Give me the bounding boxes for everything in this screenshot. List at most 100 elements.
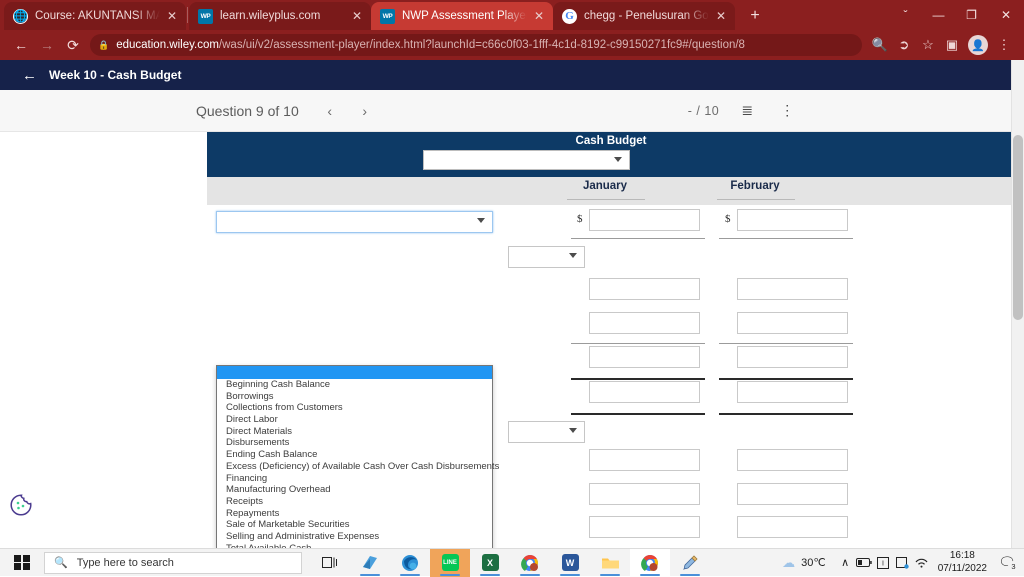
paint-icon[interactable] bbox=[670, 549, 710, 577]
amount-input-jan-1[interactable] bbox=[589, 209, 700, 231]
line-messenger-icon[interactable]: LINE bbox=[430, 548, 470, 577]
wileyplus-icon: WP bbox=[198, 8, 213, 24]
show-hidden-icons-chevron[interactable]: ∧ bbox=[836, 556, 855, 569]
microsoft-excel-icon[interactable]: X bbox=[470, 549, 510, 577]
side-panel-icon[interactable]: ▣ bbox=[940, 33, 964, 57]
google-chrome-icon[interactable] bbox=[630, 548, 670, 577]
reload-icon[interactable]: ⟳ bbox=[60, 32, 86, 58]
amount-input-feb-1[interactable] bbox=[737, 209, 848, 231]
dropdown-option[interactable]: Direct Materials bbox=[217, 426, 492, 438]
dropdown-option[interactable]: Direct Labor bbox=[217, 414, 492, 426]
chrome-menu-icon[interactable]: ⋮ bbox=[992, 33, 1016, 57]
minimize-button[interactable]: — bbox=[922, 0, 955, 30]
close-icon[interactable]: ✕ bbox=[349, 8, 365, 24]
amount-input-feb-4[interactable] bbox=[737, 346, 848, 368]
page-scrollbar[interactable] bbox=[1011, 60, 1024, 548]
amount-input-feb-3[interactable] bbox=[737, 312, 848, 334]
amount-input-feb-7[interactable] bbox=[737, 483, 848, 505]
browser-tab-3-active[interactable]: WP NWP Assessment Player UI Appli ✕ bbox=[371, 2, 553, 30]
dropdown-option[interactable]: Receipts bbox=[217, 496, 492, 508]
column-rule bbox=[567, 199, 645, 200]
dropdown-option[interactable]: Sale of Marketable Securities bbox=[217, 519, 492, 531]
back-icon[interactable]: ← bbox=[8, 32, 34, 58]
amount-input-jan-6[interactable] bbox=[589, 449, 700, 471]
forward-icon: → bbox=[40, 37, 54, 53]
dropdown-option[interactable]: Repayments bbox=[217, 508, 492, 520]
dropdown-option[interactable]: Collections from Customers bbox=[217, 402, 492, 414]
microsoft-word-icon[interactable]: W bbox=[550, 549, 590, 577]
browser-tab-1[interactable]: Course: AKUNTANSI MANAJERIA ✕ bbox=[4, 2, 186, 30]
microsoft-edge-icon[interactable] bbox=[390, 549, 430, 577]
worksheet-title-select[interactable] bbox=[423, 150, 630, 170]
dropdown-option[interactable]: Total Available Cash bbox=[217, 543, 492, 548]
dropdown-option[interactable]: Excess (Deficiency) of Available Cash Ov… bbox=[217, 461, 499, 473]
dropdown-option[interactable]: Ending Cash Balance bbox=[217, 449, 492, 461]
dropdown-option[interactable]: Beginning Cash Balance bbox=[217, 379, 492, 391]
next-question-icon[interactable]: › bbox=[352, 98, 378, 124]
notification-center-button[interactable]: 🗨 3 bbox=[996, 554, 1019, 572]
row-label-dropdown-list[interactable]: Beginning Cash Balance Borrowings Collec… bbox=[216, 365, 499, 548]
dropdown-option[interactable] bbox=[217, 366, 492, 379]
browser-tab-2[interactable]: WP learn.wileyplus.com ✕ bbox=[189, 2, 371, 30]
search-input[interactable]: 🔍 Type here to search bbox=[44, 551, 302, 574]
row-label-select-3[interactable] bbox=[508, 421, 585, 443]
bookmark-star-icon[interactable]: ☆ bbox=[916, 33, 940, 57]
zoom-out-icon[interactable]: 🔍 bbox=[868, 33, 892, 57]
globe-icon bbox=[13, 8, 28, 24]
maximize-button[interactable]: ❐ bbox=[955, 0, 988, 30]
row-label-select-2[interactable] bbox=[508, 246, 585, 268]
close-icon[interactable]: ✕ bbox=[164, 8, 180, 24]
assessment-header: ← Week 10 - Cash Budget bbox=[0, 60, 1024, 90]
weather-widget[interactable]: ☁ 30℃ bbox=[782, 555, 826, 571]
dropdown-option[interactable]: Selling and Administrative Expenses bbox=[217, 531, 492, 543]
clock-widget[interactable]: 16:18 07/11/2022 bbox=[938, 550, 987, 575]
amount-input-feb-2[interactable] bbox=[737, 278, 848, 300]
google-chrome-profile-icon[interactable] bbox=[510, 549, 550, 577]
close-icon[interactable]: ✕ bbox=[531, 8, 547, 24]
file-explorer-icon[interactable] bbox=[590, 549, 630, 577]
cloud-icon: ☁ bbox=[782, 554, 796, 570]
amount-input-jan-5[interactable] bbox=[589, 381, 700, 403]
task-view-icon[interactable] bbox=[310, 549, 350, 577]
address-bar[interactable]: 🔒 education.wiley.com/was/ui/v2/assessme… bbox=[90, 34, 862, 56]
amount-input-jan-2[interactable] bbox=[589, 278, 700, 300]
back-arrow-icon[interactable]: ← bbox=[22, 68, 37, 83]
dropdown-option[interactable]: Manufacturing Overhead bbox=[217, 484, 492, 496]
file-explorer-blue-icon[interactable] bbox=[350, 549, 390, 577]
dropdown-option[interactable]: Borrowings bbox=[217, 391, 492, 403]
dollar-sign: $ bbox=[577, 213, 583, 225]
amount-input-jan-4[interactable] bbox=[589, 346, 700, 368]
cookie-consent-icon[interactable] bbox=[8, 492, 34, 518]
worksheet-area: Cash Budget January February $ $ Beginni… bbox=[0, 132, 1024, 548]
close-icon[interactable]: ✕ bbox=[713, 8, 729, 24]
previous-question-icon[interactable]: ‹ bbox=[317, 98, 343, 124]
amount-input-jan-8[interactable] bbox=[589, 516, 700, 538]
tab-search-chevron-icon[interactable]: ˇ bbox=[889, 0, 922, 30]
tab-title: chegg - Penelusuran Google bbox=[584, 10, 709, 22]
wifi-icon[interactable] bbox=[912, 557, 931, 568]
worksheet-title-bar: Cash Budget bbox=[207, 132, 1015, 177]
url-domain: education.wiley.com bbox=[116, 39, 219, 51]
cell-underline-total bbox=[571, 413, 705, 415]
amount-input-feb-5[interactable] bbox=[737, 381, 848, 403]
new-tab-button[interactable]: + bbox=[741, 2, 769, 30]
share-icon[interactable]: ➲ bbox=[892, 33, 916, 57]
amount-input-jan-7[interactable] bbox=[589, 483, 700, 505]
row-label-select-1[interactable] bbox=[216, 211, 493, 233]
start-button[interactable] bbox=[0, 549, 44, 577]
amount-input-feb-8[interactable] bbox=[737, 516, 848, 538]
browser-tab-4[interactable]: G chegg - Penelusuran Google ✕ bbox=[553, 2, 735, 30]
cell-underline-total bbox=[571, 378, 705, 380]
dropdown-option[interactable]: Financing bbox=[217, 473, 492, 485]
amount-input-feb-6[interactable] bbox=[737, 449, 848, 471]
profile-avatar[interactable]: 👤 bbox=[968, 35, 988, 55]
dropdown-option[interactable]: Disbursements bbox=[217, 437, 492, 449]
amount-input-jan-3[interactable] bbox=[589, 312, 700, 334]
ime-icon[interactable]: I bbox=[874, 556, 893, 569]
onedrive-icon[interactable] bbox=[893, 556, 912, 569]
scrollbar-thumb[interactable] bbox=[1013, 135, 1023, 320]
close-window-button[interactable]: ✕ bbox=[988, 0, 1024, 30]
more-vertical-icon[interactable]: ⋮ bbox=[775, 99, 799, 123]
battery-icon[interactable] bbox=[855, 558, 874, 567]
question-list-icon[interactable]: ≣ bbox=[735, 99, 759, 123]
